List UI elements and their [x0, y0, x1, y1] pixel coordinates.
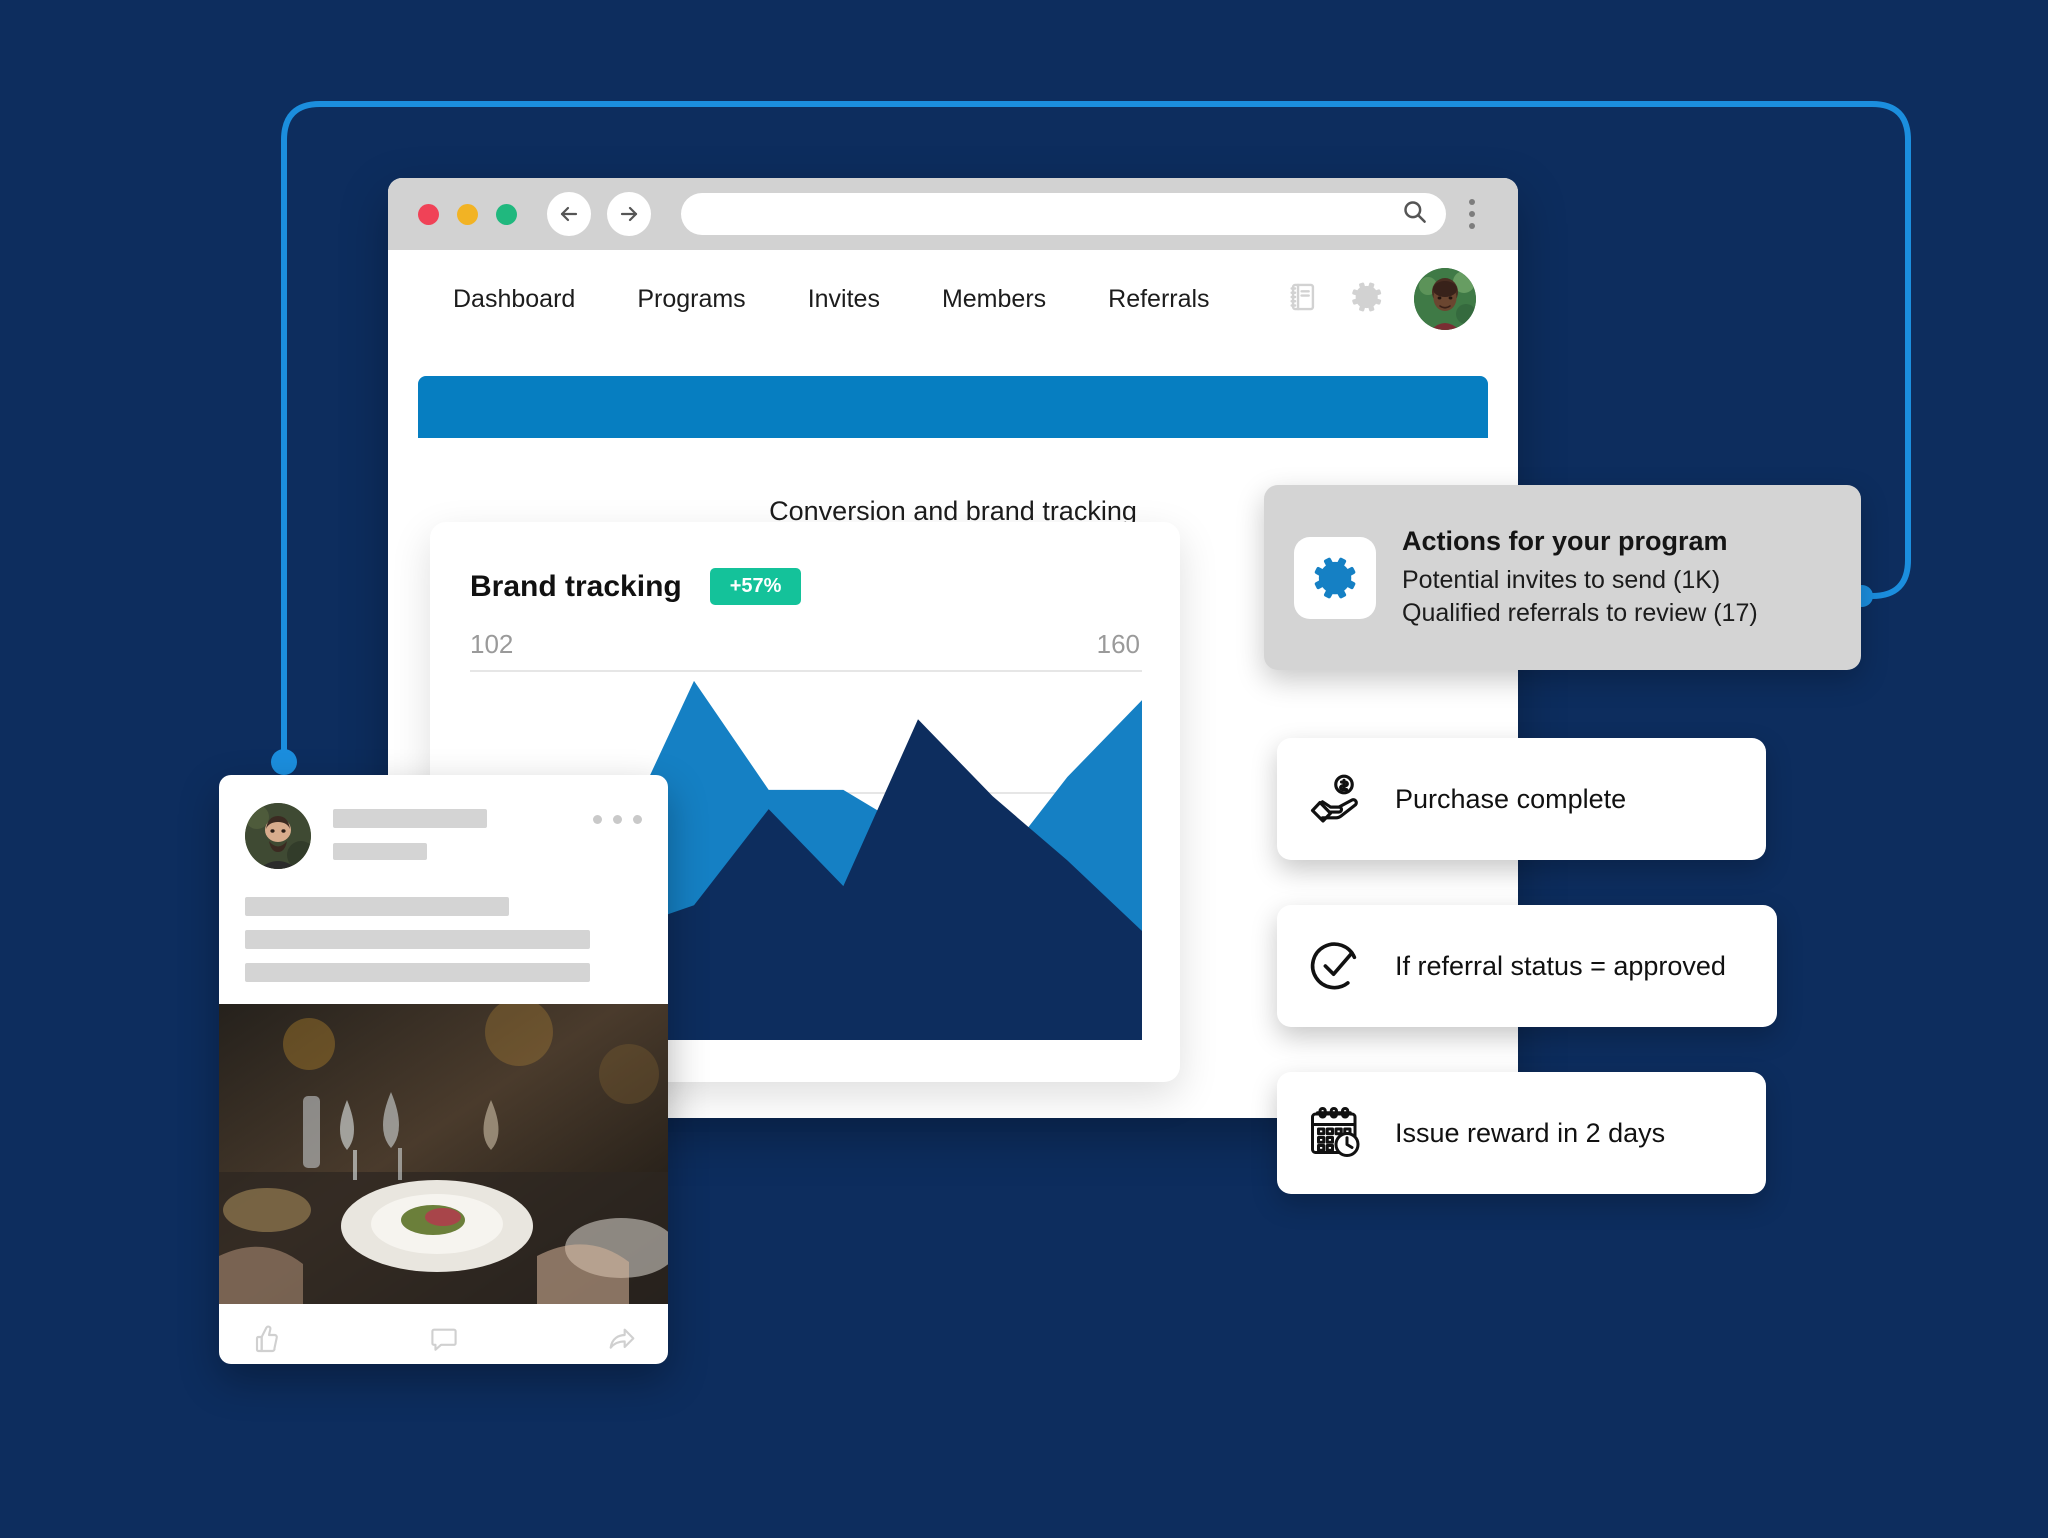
check-circle-icon — [1277, 937, 1395, 995]
card-reward-label: Issue reward in 2 days — [1395, 1117, 1666, 1148]
post-actions — [219, 1304, 668, 1364]
post-body — [219, 869, 668, 1004]
post-line-1 — [245, 897, 509, 916]
gear-icon[interactable] — [1348, 278, 1386, 321]
post-author-avatar — [245, 803, 311, 869]
more-options-icon[interactable] — [593, 803, 642, 869]
axis-tick-left: 102 — [470, 629, 514, 659]
calendar-clock-icon — [1277, 1103, 1395, 1163]
actions-panel-line-2[interactable]: Qualified referrals to review (17) — [1402, 597, 1758, 629]
forward-arrow-icon[interactable] — [607, 192, 651, 236]
card-purchase-label: Purchase complete — [1395, 783, 1627, 814]
post-author-name-placeholder — [333, 809, 487, 828]
app-navigation-bar: Dashboard Programs Invites Members Refer… — [388, 250, 1518, 348]
maximize-window-button[interactable] — [496, 203, 517, 225]
status-badge: +57% — [709, 568, 802, 605]
back-arrow-icon[interactable] — [547, 192, 591, 236]
thumbs-up-icon[interactable] — [249, 1323, 281, 1360]
kebab-menu-icon[interactable] — [1452, 199, 1492, 229]
brand-card-header: Brand tracking +57% — [430, 522, 1180, 605]
card-issue-reward[interactable]: Issue reward in 2 days — [1277, 1072, 1766, 1194]
share-icon[interactable] — [606, 1323, 638, 1360]
brand-card-title: Brand tracking — [470, 569, 682, 603]
nav-item-dashboard[interactable]: Dashboard — [422, 285, 606, 314]
close-window-button[interactable] — [418, 203, 439, 225]
nav-item-referrals[interactable]: Referrals — [1077, 285, 1240, 314]
actions-panel-line-1[interactable]: Potential invites to send (1K) — [1402, 564, 1758, 596]
axis-labels: 102 160 — [430, 605, 1180, 660]
page-banner — [418, 376, 1488, 438]
search-icon[interactable] — [1401, 198, 1428, 230]
stage: Dashboard Programs Invites Members Refer… — [0, 0, 2048, 1538]
nav-items: Dashboard Programs Invites Members Refer… — [422, 285, 1241, 314]
program-gear-icon — [1294, 536, 1376, 619]
minimize-window-button[interactable] — [457, 203, 478, 225]
nav-item-invites[interactable]: Invites — [777, 285, 911, 314]
avatar[interactable] — [1414, 268, 1476, 330]
axis-tick-right: 160 — [1096, 629, 1140, 659]
post-meta-placeholder — [333, 843, 427, 860]
social-post-card — [219, 775, 668, 1364]
browser-chrome-bar — [388, 178, 1518, 250]
nav-actions — [1286, 268, 1480, 330]
card-status-label: If referral status = approved — [1395, 950, 1726, 981]
post-image — [219, 1004, 668, 1304]
browser-nav-buttons[interactable] — [547, 192, 651, 236]
card-referral-status[interactable]: If referral status = approved — [1277, 905, 1777, 1027]
hand-coin-icon — [1277, 769, 1395, 829]
url-bar[interactable] — [681, 193, 1446, 235]
actions-panel-text: Actions for your program Potential invit… — [1402, 526, 1758, 629]
card-purchase-complete[interactable]: Purchase complete — [1277, 738, 1766, 860]
window-controls[interactable] — [418, 203, 517, 225]
nav-item-programs[interactable]: Programs — [606, 285, 776, 314]
comment-icon[interactable] — [428, 1323, 460, 1360]
post-header — [219, 775, 668, 869]
post-line-3 — [245, 963, 590, 982]
notebook-icon[interactable] — [1286, 280, 1320, 319]
actions-panel-title: Actions for your program — [1402, 526, 1728, 557]
nav-item-members[interactable]: Members — [911, 285, 1077, 314]
actions-panel[interactable]: Actions for your program Potential invit… — [1264, 485, 1861, 670]
post-line-2 — [245, 930, 590, 949]
